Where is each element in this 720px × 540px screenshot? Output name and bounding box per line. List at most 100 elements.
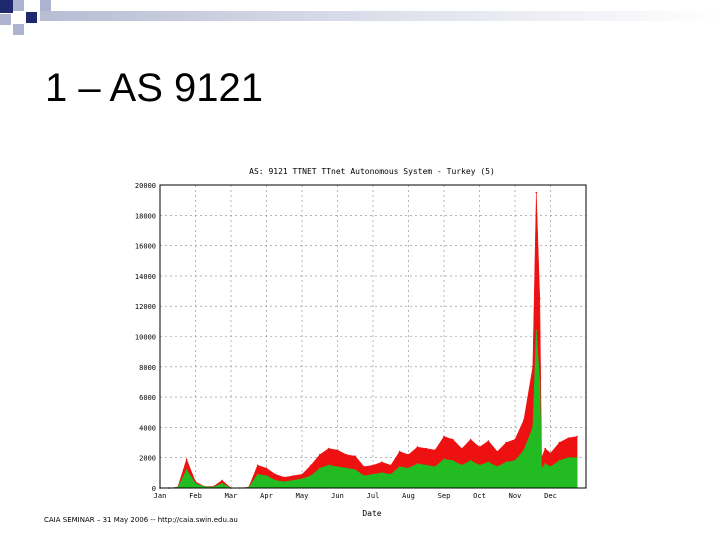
data-point [469,459,472,462]
data-point [416,446,419,448]
data-point [256,473,259,476]
data-point [265,475,268,477]
data-point [327,447,330,450]
series-total-area [160,192,578,489]
data-point [203,486,206,488]
data-point [327,464,330,467]
data-point [496,466,499,468]
data-point [319,467,321,470]
data-point [283,481,286,483]
x-tick-label: Dec [544,492,557,500]
data-point [381,472,383,474]
x-axis-label: Date [362,509,381,518]
x-tick-label: Jan [154,492,167,500]
data-point [539,297,541,300]
data-point [478,446,481,448]
traffic-chart: AS: 9121 TTNET TTnet Autonomous System -… [135,167,587,518]
data-point [540,467,543,470]
x-tick-label: Apr [260,492,273,500]
data-point [443,435,445,438]
data-point [221,482,223,485]
series-subset-area [160,330,578,489]
data-point [336,466,339,468]
data-point [372,464,374,467]
data-point [185,469,188,471]
data-point [558,441,561,444]
data-point [194,482,197,485]
data-point [505,441,507,444]
data-point [523,449,525,451]
slide-footer: CAIA SEMINAR – 31 May 2006 -- http://cai… [44,516,238,524]
x-tick-label: Feb [189,492,202,500]
data-point [425,464,428,467]
data-point [292,475,294,477]
x-tick-label: Sep [438,492,451,500]
data-point [363,466,365,468]
y-tick-label: 18000 [135,212,156,220]
x-tick-label: Jun [331,492,344,500]
data-point [452,438,454,441]
data-point [319,453,321,456]
data-point [544,463,546,465]
data-point [398,450,401,453]
y-tick-label: 16000 [135,243,156,251]
data-point [407,467,410,470]
data-point [549,452,552,455]
data-point [514,459,516,462]
data-point [461,464,463,467]
x-tick-label: Aug [402,492,415,500]
data-point [558,459,561,462]
data-point [390,464,392,467]
data-point [274,473,277,476]
data-point [576,435,578,438]
data-point [487,461,490,464]
x-tick-label: Nov [509,492,522,500]
chart-title: AS: 9121 TTNET TTnet Autonomous System -… [249,167,495,176]
data-point [292,479,294,482]
y-tick-label: 14000 [135,273,156,281]
data-point [496,450,499,453]
y-tick-label: 4000 [139,424,156,432]
data-point [567,456,570,459]
data-point [544,447,546,450]
data-point [478,464,481,467]
data-point [434,449,436,451]
data-point [256,464,259,467]
data-point [539,381,541,383]
data-point [185,458,188,461]
data-point [310,464,312,467]
x-tick-label: Mar [225,492,238,500]
data-point [283,476,286,479]
data-point [336,449,339,451]
x-tick-label: May [296,492,309,500]
y-tick-label: 2000 [139,455,156,463]
data-point [301,478,303,480]
data-point [434,466,436,468]
data-point [576,456,578,459]
data-point [505,461,507,464]
x-tick-label: Jul [367,492,380,500]
data-point [310,475,312,477]
data-point [549,466,552,468]
data-point [452,459,454,462]
y-tick-label: 20000 [135,182,156,190]
data-point [443,458,445,461]
data-point [363,475,365,477]
data-point [390,473,392,476]
data-point [523,419,525,421]
y-tick-label: 8000 [139,364,156,372]
data-point [345,453,348,456]
data-point [535,191,538,194]
data-point [354,469,357,471]
data-point [345,467,348,470]
data-point [372,473,374,476]
data-point [425,447,428,450]
data-point [532,366,534,368]
y-tick-label: 6000 [139,394,156,402]
data-point [265,467,268,470]
data-point [487,440,490,442]
data-point [221,479,223,482]
data-point [514,438,516,441]
data-point [274,479,277,482]
data-point [532,426,534,429]
